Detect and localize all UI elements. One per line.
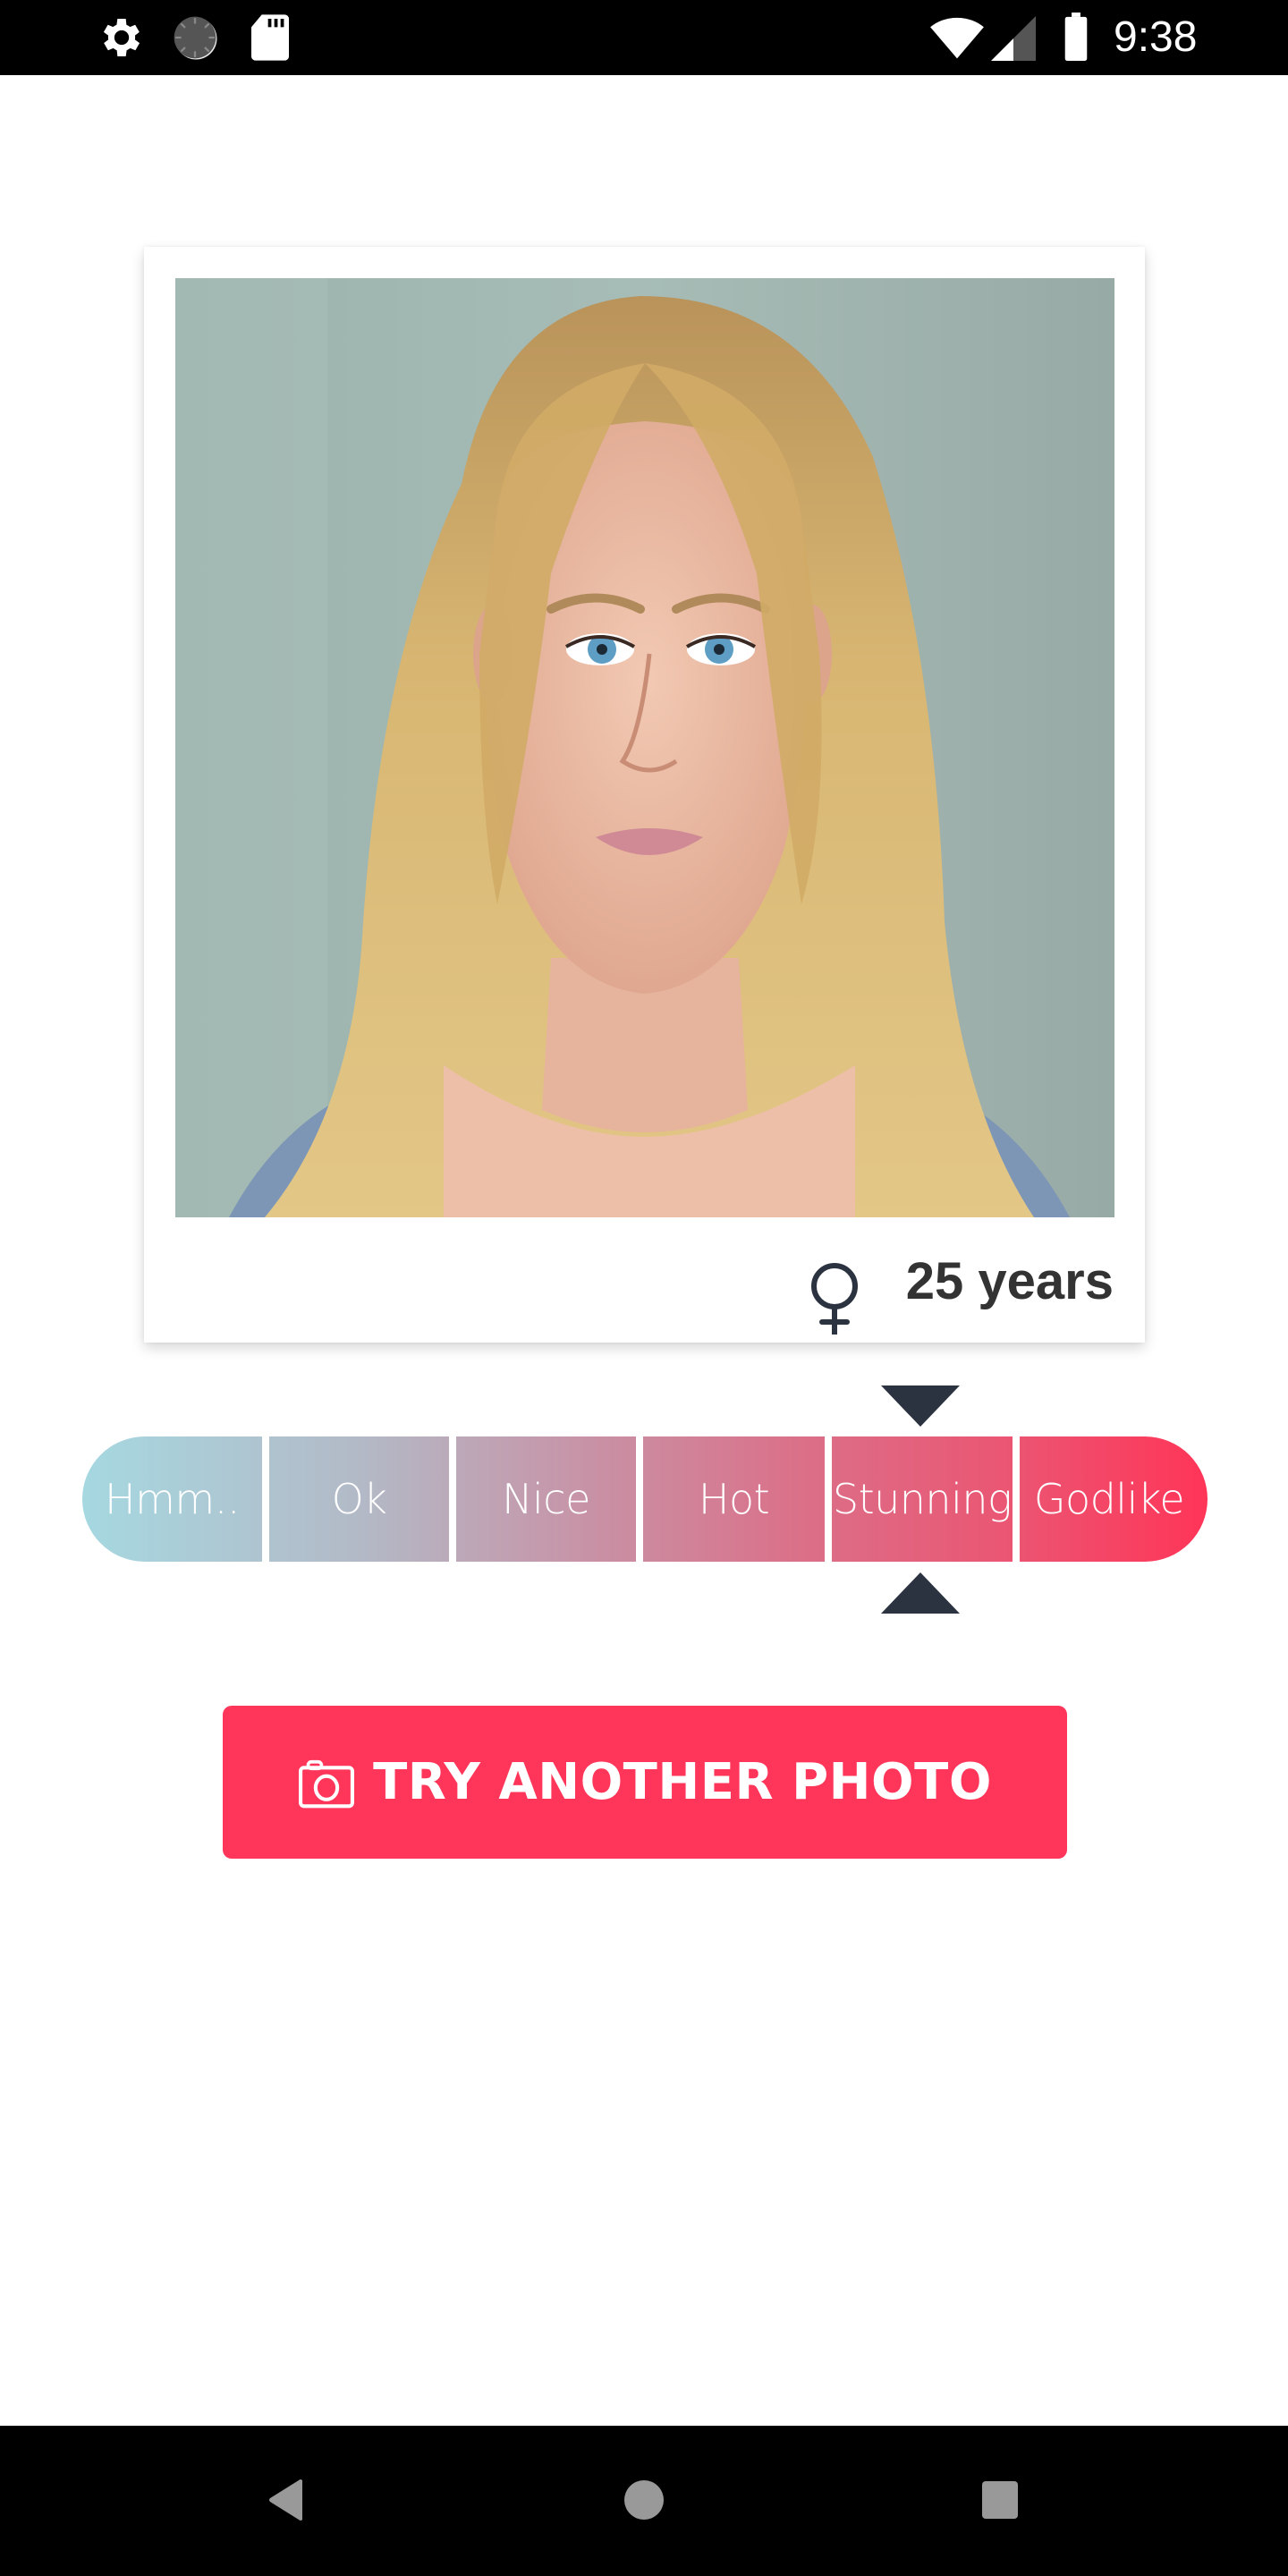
profile-caption: 25 years: [804, 1240, 1114, 1338]
sync-icon: [174, 16, 217, 60]
clock: 9:38: [1114, 13, 1198, 61]
age-label: 25 years: [905, 1251, 1114, 1310]
female-symbol-icon: [810, 1263, 858, 1335]
navigation-bar: [0, 2426, 1288, 2576]
try-another-photo-button[interactable]: TRY ANOTHER PHOTO: [223, 1706, 1067, 1859]
rating-scale: Hmm.. Ok Nice Hot Stunning Godlike: [82, 1436, 1208, 1562]
rating-option-hot[interactable]: Hot: [643, 1436, 825, 1562]
recents-button[interactable]: [955, 2460, 1045, 2540]
rating-option-stunning[interactable]: Stunning: [832, 1436, 1013, 1562]
rating-option-ok[interactable]: Ok: [269, 1436, 449, 1562]
selected-rating-pointer-bottom: [881, 1572, 960, 1614]
sd-card-icon: [251, 14, 289, 61]
rating-divider: [825, 1436, 832, 1562]
profile-photo: [175, 278, 1114, 1217]
rating-divider: [449, 1436, 456, 1562]
back-icon: [269, 2479, 302, 2521]
rating-option-godlike[interactable]: Godlike: [1020, 1436, 1199, 1562]
rating-divider: [262, 1436, 269, 1562]
home-button[interactable]: [599, 2460, 689, 2540]
try-another-photo-label: TRY ANOTHER PHOTO: [373, 1753, 992, 1811]
rating-divider: [636, 1436, 643, 1562]
portrait-image: [175, 278, 1114, 1217]
rating-option-nice[interactable]: Nice: [456, 1436, 636, 1562]
result-card: 25 years: [144, 247, 1145, 1343]
cell-signal-icon: [991, 16, 1036, 61]
home-icon: [624, 2480, 664, 2520]
camera-icon: [299, 1759, 355, 1808]
battery-icon: [1064, 13, 1088, 61]
rating-option-hmm[interactable]: Hmm..: [82, 1436, 262, 1562]
wifi-icon: [930, 17, 984, 59]
recents-icon: [982, 2481, 1018, 2519]
rating-divider: [1013, 1436, 1020, 1562]
settings-icon: [103, 19, 140, 56]
back-button[interactable]: [242, 2460, 331, 2540]
status-bar: 9:38: [0, 0, 1288, 75]
selected-rating-pointer-top: [881, 1385, 960, 1427]
